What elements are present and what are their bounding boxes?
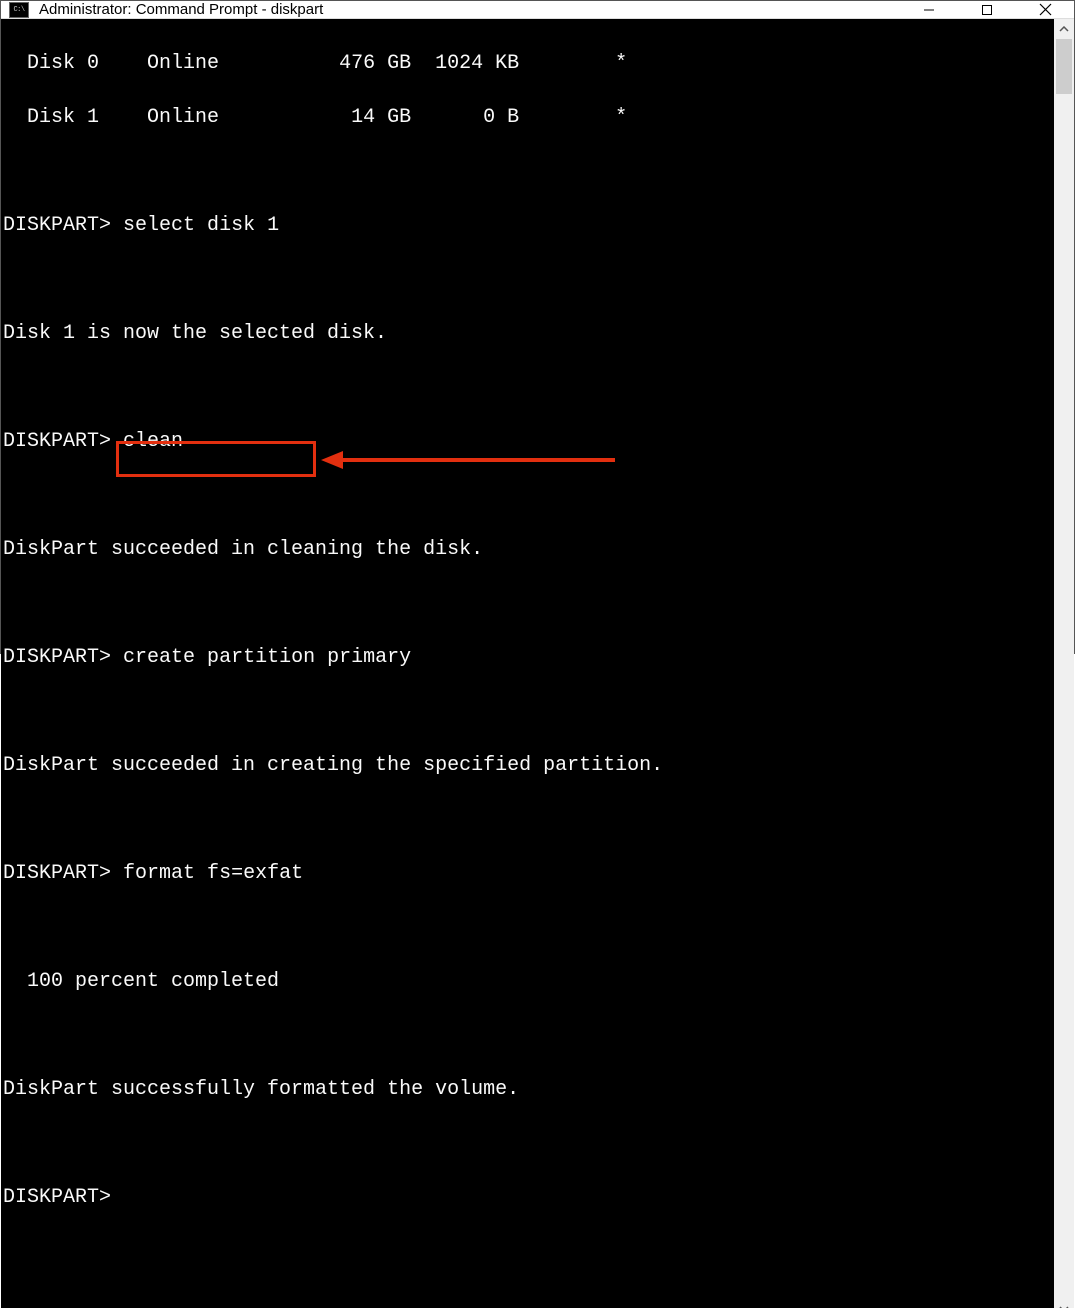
command-text: format fs=exfat: [123, 862, 303, 885]
minimize-button[interactable]: [900, 1, 958, 18]
command-text: clean: [123, 430, 183, 453]
scroll-up-arrow-icon[interactable]: [1054, 19, 1074, 39]
maximize-button[interactable]: [958, 1, 1016, 18]
prompt-line: DISKPART> create partition primary: [3, 644, 1054, 671]
prompt-line: DISKPART>: [3, 1184, 1054, 1211]
response-line: DiskPart succeeded in creating the speci…: [3, 752, 1054, 779]
disk-row: Disk 0 Online 476 GB 1024 KB *: [3, 50, 1054, 77]
command-text: select disk 1: [123, 214, 279, 237]
window-controls: [900, 1, 1074, 18]
command-text: create partition primary: [123, 646, 411, 669]
prompt-line: DISKPART> select disk 1: [3, 212, 1054, 239]
prompt-line: DISKPART> clean: [3, 428, 1054, 455]
window-title: Administrator: Command Prompt - diskpart: [39, 1, 900, 18]
scroll-down-arrow-icon[interactable]: [1054, 1299, 1074, 1308]
content-area: Disk 0 Online 476 GB 1024 KB * Disk 1 On…: [1, 19, 1074, 1308]
titlebar[interactable]: C:\ Administrator: Command Prompt - disk…: [1, 1, 1074, 19]
scrollbar-track[interactable]: [1054, 39, 1074, 1299]
command-prompt-window: C:\ Administrator: Command Prompt - disk…: [0, 0, 1075, 654]
progress-line: 100 percent completed: [3, 968, 1054, 995]
scrollbar-thumb[interactable]: [1056, 39, 1072, 94]
response-line: DiskPart successfully formatted the volu…: [3, 1076, 1054, 1103]
vertical-scrollbar[interactable]: [1054, 19, 1074, 1308]
close-button[interactable]: [1016, 1, 1074, 18]
terminal-output[interactable]: Disk 0 Online 476 GB 1024 KB * Disk 1 On…: [1, 19, 1054, 1308]
response-line: DiskPart succeeded in cleaning the disk.: [3, 536, 1054, 563]
disk-row: Disk 1 Online 14 GB 0 B *: [3, 104, 1054, 131]
cmd-icon: C:\: [9, 2, 29, 18]
response-line: Disk 1 is now the selected disk.: [3, 320, 1054, 347]
prompt-line: DISKPART> format fs=exfat: [3, 860, 1054, 887]
